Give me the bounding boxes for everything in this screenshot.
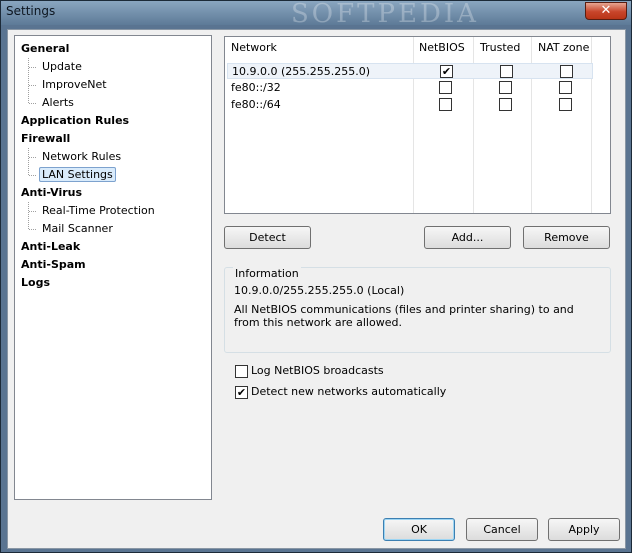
tree-connector [29,103,36,104]
title-bar[interactable]: Settings SOFTPEDIA ✕ [1,0,631,29]
column-header-nat-zone[interactable]: NAT zone [532,37,589,59]
settings-window: Settings SOFTPEDIA ✕ General Update Impr… [0,0,632,553]
netbios-checkbox[interactable] [440,65,453,78]
tree-item-application-rules[interactable]: Application Rules [21,112,129,130]
tree-item-mail-scanner[interactable]: Mail Scanner [39,220,116,238]
log-netbios-label: Log NetBIOS broadcasts [251,364,384,377]
tree-connector [29,229,36,230]
log-netbios-option[interactable]: Log NetBIOS broadcasts [235,364,384,380]
tree-item-real-time-protection[interactable]: Real-Time Protection [39,202,158,220]
nat-zone-checkbox[interactable] [560,65,573,78]
nat-zone-checkbox[interactable] [559,81,572,94]
tree-connector [28,148,29,175]
tree-item-logs[interactable]: Logs [21,274,50,292]
network-address: fe80::/64 [231,98,281,111]
settings-tree[interactable]: General Update ImproveNet Alerts Applica… [14,35,212,500]
information-group: Information 10.9.0.0/255.255.255.0 (Loca… [224,267,611,353]
tree-item-firewall[interactable]: Firewall [21,130,70,148]
table-row[interactable]: fe80::/64 [227,97,593,113]
tree-item-update[interactable]: Update [39,58,85,76]
tree-item-alerts[interactable]: Alerts [39,94,77,112]
tree-item-anti-leak[interactable]: Anti-Leak [21,238,80,256]
add-network-button[interactable]: Add... [424,226,511,249]
watermark: SOFTPEDIA [291,0,479,29]
trusted-checkbox[interactable] [499,98,512,111]
ok-button[interactable]: OK [383,518,455,541]
trusted-checkbox[interactable] [499,81,512,94]
tree-connector [29,85,36,86]
tree-item-general[interactable]: General [21,40,69,58]
tree-connector [29,211,36,212]
detect-networks-label: Detect new networks automatically [251,385,447,398]
column-header-netbios[interactable]: NetBIOS [413,37,465,59]
nat-zone-checkbox[interactable] [559,98,572,111]
network-address: fe80::/32 [231,81,281,94]
tree-connector [29,67,36,68]
apply-button[interactable]: Apply [548,518,620,541]
close-icon: ✕ [600,3,612,18]
tree-item-lan-settings[interactable]: LAN Settings [39,166,116,184]
trusted-checkbox[interactable] [500,65,513,78]
tree-item-network-rules[interactable]: Network Rules [39,148,124,166]
information-title: Information [233,267,301,280]
detect-networks-checkbox[interactable] [235,385,248,399]
column-header-trusted[interactable]: Trusted [474,37,520,59]
tree-connector [29,157,36,158]
netbios-checkbox[interactable] [439,81,452,94]
network-address: 10.9.0.0 (255.255.255.0) [232,65,371,78]
info-description: All NetBIOS communications (files and pr… [234,303,574,329]
tree-connector [28,202,29,229]
netbios-checkbox[interactable] [439,98,452,111]
tree-connector [28,58,29,103]
detect-button[interactable]: Detect [224,226,311,249]
table-row[interactable]: fe80::/32 [227,80,593,96]
network-list[interactable]: Network NetBIOS Trusted NAT zone 10.9.0.… [224,36,611,214]
table-row[interactable]: 10.9.0.0 (255.255.255.0) [227,63,593,79]
column-header-network[interactable]: Network [225,37,277,59]
close-button[interactable]: ✕ [585,2,627,20]
remove-network-button[interactable]: Remove [523,226,610,249]
tree-item-improvenet[interactable]: ImproveNet [39,76,110,94]
dialog-body: General Update ImproveNet Alerts Applica… [7,29,626,549]
tree-item-anti-virus[interactable]: Anti-Virus [21,184,82,202]
log-netbios-checkbox[interactable] [235,364,248,378]
window-title: Settings [6,4,56,18]
info-network: 10.9.0.0/255.255.255.0 (Local) [234,284,405,297]
detect-networks-option[interactable]: Detect new networks automatically [235,385,446,401]
tree-connector [29,175,36,176]
tree-item-anti-spam[interactable]: Anti-Spam [21,256,86,274]
cancel-button[interactable]: Cancel [466,518,538,541]
